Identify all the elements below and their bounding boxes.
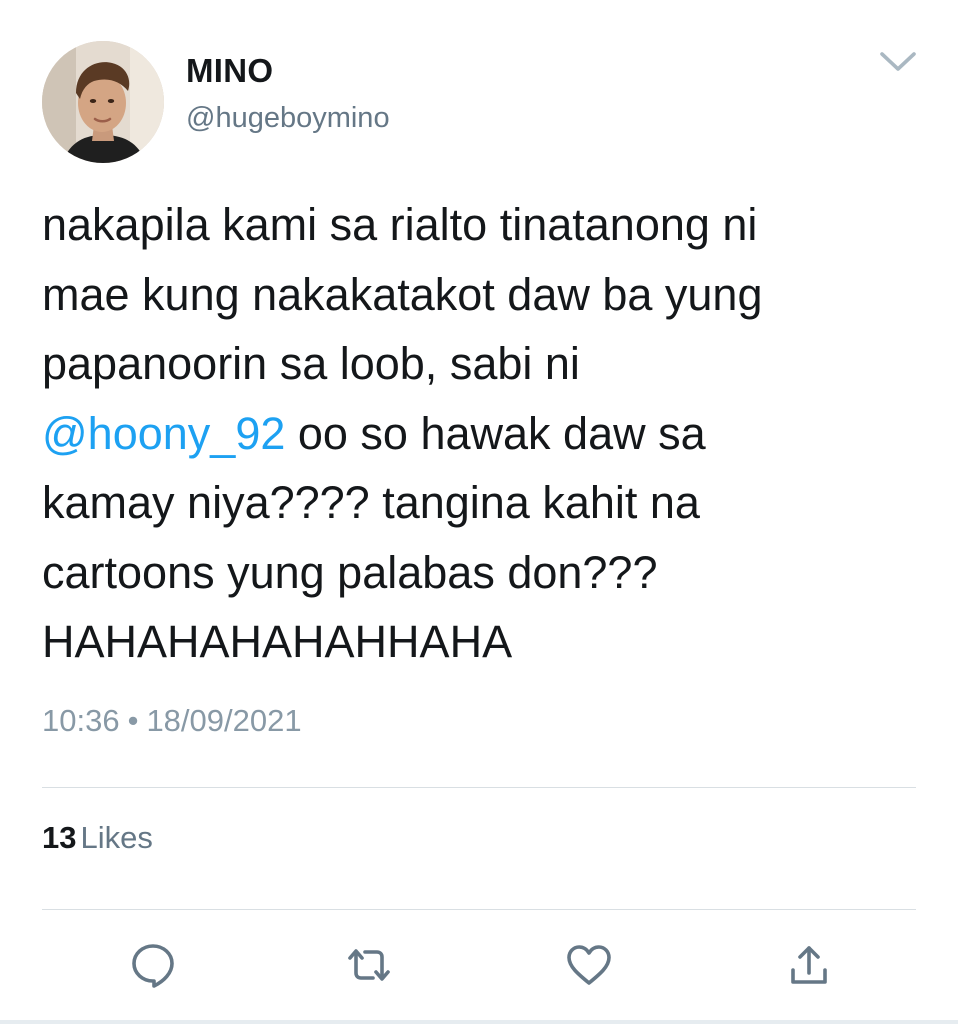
tweet-line: mae kung nakakatakot daw ba yung <box>42 268 763 320</box>
like-icon <box>567 945 611 985</box>
tweet-line: kamay niya???? tangina kahit na <box>42 477 700 528</box>
tweet-date: 18/09/2021 <box>146 703 302 738</box>
tweet-menu-button[interactable] <box>874 44 922 80</box>
tweet-line: HAHAHAHAHAHHAHA <box>42 616 513 667</box>
tweet-line: nakapila kami sa rialto tinatanong ni <box>42 199 758 250</box>
share-icon <box>791 946 827 984</box>
share-button[interactable] <box>784 940 834 990</box>
like-button[interactable] <box>564 940 614 990</box>
profile-photo-icon <box>42 41 164 163</box>
avatar[interactable] <box>42 41 164 163</box>
meta-separator: • <box>127 703 139 738</box>
bottom-edge <box>0 1020 958 1024</box>
tweet-timestamp: 10:36 • 18/09/2021 <box>42 703 302 739</box>
likes-label: Likes <box>80 820 153 855</box>
tweet-line-text: oo so hawak daw sa <box>285 407 706 459</box>
tweet-line: @hoony_92 oo so hawak daw sa <box>42 399 922 469</box>
tweet-line: papanoorin sa loob, sabi ni <box>42 338 580 389</box>
divider <box>42 787 916 788</box>
likes-stat[interactable]: 13 Likes <box>42 820 153 856</box>
reply-icon <box>132 944 174 988</box>
retweet-icon <box>348 949 390 981</box>
user-handle[interactable]: @hugeboymino <box>186 102 390 135</box>
retweet-button[interactable] <box>344 940 394 990</box>
tweet-time: 10:36 <box>42 703 120 738</box>
likes-count: 13 <box>42 820 77 855</box>
chevron-down-icon <box>880 52 916 71</box>
divider <box>42 909 916 910</box>
reply-button[interactable] <box>128 940 178 990</box>
mention-link[interactable]: @hoony_92 <box>42 408 285 459</box>
tweet-line: cartoons yung palabas don??? <box>42 546 658 598</box>
display-name[interactable]: MINO <box>186 52 273 90</box>
tweet-text: nakapila kami sa rialto tinatanong ni ma… <box>42 190 922 677</box>
